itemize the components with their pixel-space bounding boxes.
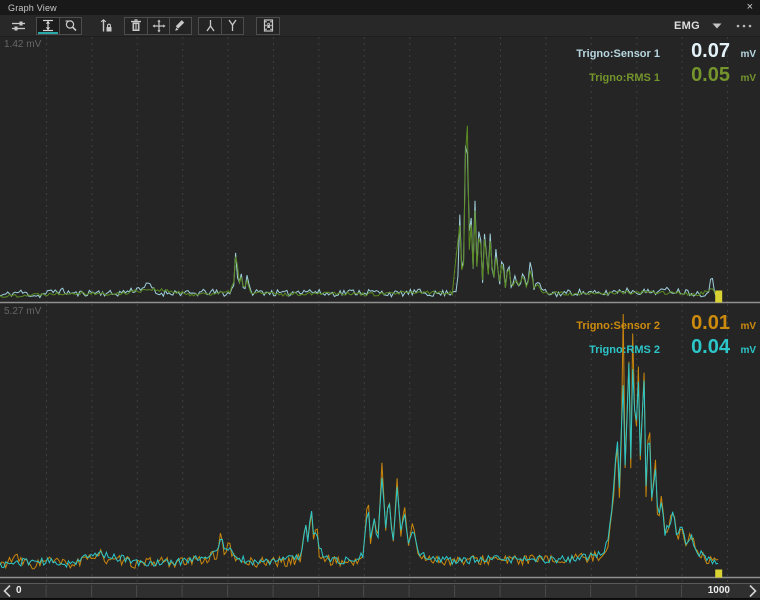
- annotate-pencil-button[interactable]: [169, 18, 191, 34]
- scrollbar-ticks: [0, 585, 760, 597]
- legend-row: Trigno:Sensor 2 0.01 mV: [576, 312, 756, 336]
- series-value: 0.01: [668, 312, 730, 335]
- axis-lock-button[interactable]: [94, 17, 118, 35]
- merge-marker-icon: [226, 19, 239, 32]
- series-name: Trigno:RMS 1: [589, 72, 660, 84]
- split-marker-icon: [204, 19, 217, 32]
- more-options-button[interactable]: [734, 24, 754, 28]
- zoom-tool-button[interactable]: [59, 18, 81, 34]
- graph-view-window: Graph View ×: [0, 0, 760, 600]
- series-name: Trigno:Sensor 2: [576, 320, 660, 332]
- move-icon: [152, 19, 166, 33]
- zoom-tool-icon: [64, 19, 78, 32]
- axis-lock-icon: [99, 19, 113, 33]
- pencil-icon: [174, 19, 187, 32]
- legend-row: Trigno:Sensor 1 0.07 mV: [576, 40, 756, 64]
- edit-group: [124, 17, 192, 35]
- ellipsis-icon: [736, 24, 752, 28]
- chevron-down-icon: [712, 23, 722, 29]
- fit-vertical-scale-button[interactable]: [37, 18, 59, 34]
- fit-vertical-scale-icon: [41, 19, 55, 32]
- series-value: 0.07: [668, 40, 730, 63]
- split-marker-button[interactable]: [199, 18, 221, 34]
- mode-label: EMG: [674, 20, 700, 32]
- scrollbar-end-value: 1000: [708, 585, 730, 596]
- data-cursor-marker[interactable]: [715, 291, 722, 303]
- legend-top: Trigno:Sensor 1 0.07 mV Trigno:RMS 1 0.0…: [576, 40, 756, 88]
- series-value: 0.05: [668, 64, 730, 87]
- series-name: Trigno:Sensor 1: [576, 48, 660, 60]
- legend-bottom: Trigno:Sensor 2 0.01 mV Trigno:RMS 2 0.0…: [576, 312, 756, 360]
- scale-label-top: 1.42 mV: [4, 39, 41, 50]
- series-unit: mV: [734, 49, 756, 60]
- signal-trace: [0, 126, 718, 298]
- signal-trace: [0, 363, 718, 567]
- data-cursor-marker[interactable]: [715, 570, 722, 578]
- merge-marker-button[interactable]: [221, 18, 243, 34]
- scroll-right-icon[interactable]: [747, 584, 759, 598]
- panel-lock-icon: [262, 19, 275, 32]
- signal-trace: [0, 146, 718, 298]
- toolbar: EMG: [0, 15, 760, 37]
- panel-lock-button[interactable]: [257, 18, 279, 34]
- trash-icon: [130, 19, 142, 32]
- pan-move-button[interactable]: [147, 18, 169, 34]
- scrollbar-start-value: 0: [16, 585, 22, 596]
- filter-settings-icon: [11, 19, 26, 33]
- scale-zoom-group: [36, 17, 82, 35]
- chart-panel-top[interactable]: 1.42 mV Trigno:Sensor 1 0.07 mV Trigno:R…: [0, 37, 760, 304]
- legend-row: Trigno:RMS 1 0.05 mV: [576, 64, 756, 88]
- close-button[interactable]: ×: [740, 2, 760, 13]
- scroll-left-icon[interactable]: [1, 584, 13, 598]
- series-unit: mV: [734, 73, 756, 84]
- delete-button[interactable]: [125, 18, 147, 34]
- legend-row: Trigno:RMS 2 0.04 mV: [576, 336, 756, 360]
- marker-group: [198, 17, 244, 35]
- time-scrollbar[interactable]: 0 1000: [0, 583, 760, 599]
- window-title: Graph View: [0, 3, 57, 13]
- series-unit: mV: [734, 345, 756, 356]
- series-value: 0.04: [668, 336, 730, 359]
- scale-label-bottom: 5.27 mV: [4, 306, 41, 317]
- series-unit: mV: [734, 321, 756, 332]
- panel-lock-group: [256, 17, 280, 35]
- series-name: Trigno:RMS 2: [589, 344, 660, 356]
- titlebar: Graph View ×: [0, 0, 760, 15]
- filter-settings-button[interactable]: [6, 17, 30, 35]
- chart-panel-bottom[interactable]: 5.27 mV Trigno:Sensor 2 0.01 mV Trigno:R…: [0, 304, 760, 583]
- mode-dropdown-button[interactable]: [710, 23, 724, 29]
